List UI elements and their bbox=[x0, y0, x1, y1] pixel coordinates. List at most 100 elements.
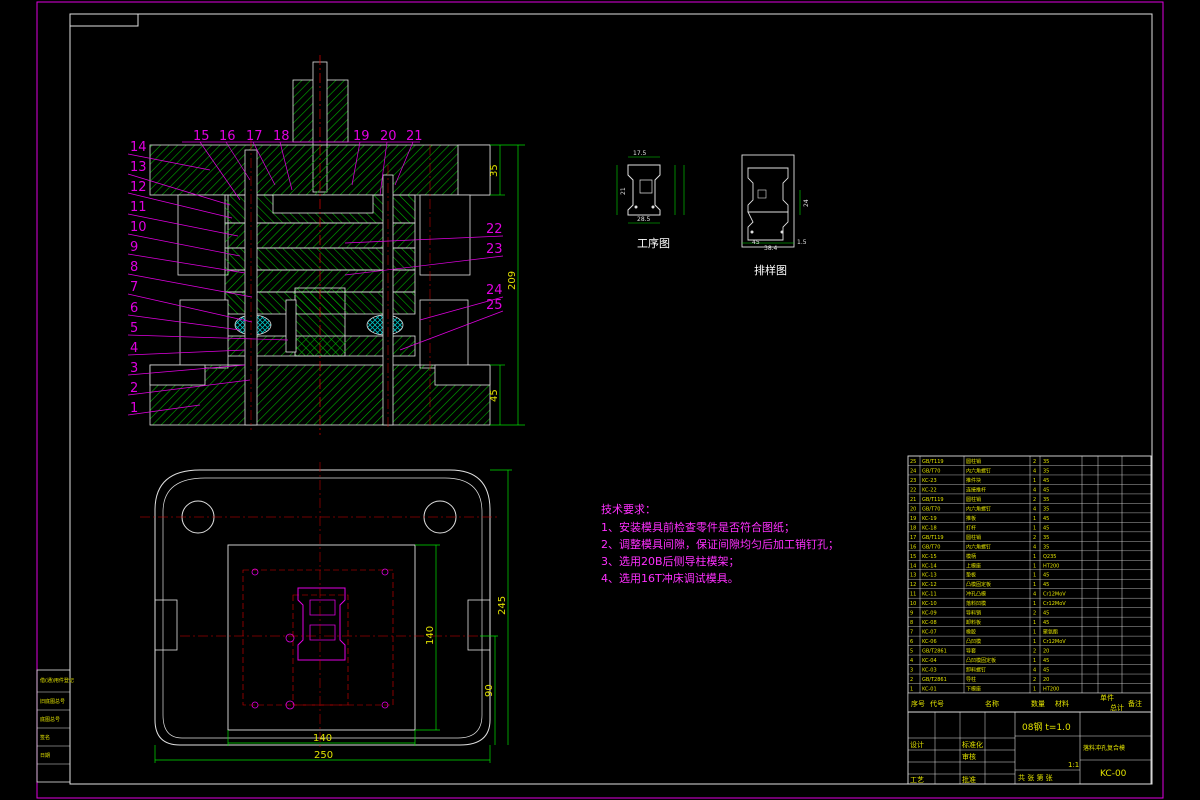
parts-cell-code: GB/T2861 bbox=[922, 649, 947, 655]
dim-height-bottom: 45 bbox=[489, 389, 500, 402]
label-14: 14 bbox=[130, 140, 147, 155]
label-5: 5 bbox=[130, 321, 138, 336]
process-dim-side: 21 bbox=[620, 187, 627, 195]
parts-cell-no: 11 bbox=[910, 592, 916, 598]
sign-process: 工艺 bbox=[910, 776, 924, 784]
parts-cell-qty: 4 bbox=[1033, 544, 1036, 550]
parts-cell-no: 22 bbox=[910, 487, 916, 493]
parts-cell-code: KC-06 bbox=[922, 639, 937, 645]
parts-cell-no: 9 bbox=[910, 611, 913, 617]
parts-cell-no: 24 bbox=[910, 468, 916, 474]
parts-cell-code: KC-01 bbox=[922, 687, 937, 693]
parts-cell-name: 内六角螺钉 bbox=[966, 467, 991, 474]
parts-cell-mat: 20 bbox=[1043, 677, 1049, 683]
plan-dimensions bbox=[154, 469, 512, 763]
parts-cell-code: GB/T119 bbox=[922, 459, 944, 465]
parts-cell-mat: HT200 bbox=[1043, 687, 1059, 693]
label-22: 22 bbox=[486, 222, 503, 237]
parts-cell-qty: 1 bbox=[1033, 563, 1036, 569]
parts-cell-no: 4 bbox=[910, 658, 913, 664]
parts-cell-mat: 聚氨酯 bbox=[1043, 629, 1058, 636]
parts-cell-qty: 2 bbox=[1033, 611, 1036, 617]
parts-cell-qty: 1 bbox=[1033, 687, 1036, 693]
process-dim-width: 28.5 bbox=[637, 216, 651, 223]
left-sign-strip: 借(通)用件登记 旧底图总号 底图总号 签名 日期 bbox=[36, 669, 74, 783]
parts-cell-name: 卸料板 bbox=[966, 619, 981, 626]
parts-cell-name: 导柱 bbox=[966, 676, 976, 683]
parts-cell-qty: 1 bbox=[1033, 478, 1036, 484]
label-18: 18 bbox=[273, 129, 290, 144]
parts-cell-qty: 2 bbox=[1033, 535, 1036, 541]
layout-dim-d: 24 bbox=[803, 199, 810, 207]
parts-cell-mat: 35 bbox=[1043, 544, 1049, 550]
dim-plan-offset: 90 bbox=[484, 684, 495, 697]
parts-cell-mat: 45 bbox=[1043, 582, 1049, 588]
parts-cell-name: 下模座 bbox=[966, 686, 981, 693]
title-block: 08钢 t=1.0 落料冲孔复合模 KC-00 1:1 共 张 第 张 设计 标… bbox=[907, 711, 1152, 785]
parts-cell-no: 21 bbox=[910, 497, 916, 503]
parts-cell-name: 推件块 bbox=[966, 477, 981, 484]
parts-cell-no: 1 bbox=[910, 687, 913, 693]
layout-dim-b: 38.4 bbox=[764, 245, 778, 252]
header-single: 单件 bbox=[1100, 693, 1114, 702]
header-name: 名称 bbox=[985, 699, 999, 708]
parts-cell-no: 20 bbox=[910, 506, 916, 512]
parts-cell-qty: 4 bbox=[1033, 487, 1036, 493]
parts-list-table bbox=[907, 455, 1152, 713]
label-19: 19 bbox=[353, 129, 370, 144]
tech-item-1: 1、安装模具前检查零件是否符合图纸； bbox=[601, 520, 795, 534]
parts-cell-code: GB/T70 bbox=[922, 544, 940, 550]
parts-cell-code: KC-13 bbox=[922, 573, 937, 579]
header-no: 序号 bbox=[911, 699, 925, 708]
parts-cell-mat: 45 bbox=[1043, 658, 1049, 664]
sign-standard: 标准化 bbox=[962, 740, 983, 749]
title-sheet-info: 共 张 第 张 bbox=[1018, 773, 1053, 782]
label-21: 21 bbox=[406, 129, 423, 144]
parts-cell-code: KC-07 bbox=[922, 630, 937, 636]
parts-cell-mat: 35 bbox=[1043, 468, 1049, 474]
parts-cell-qty: 4 bbox=[1033, 506, 1036, 512]
parts-list-rows: 25 GB/T119 圆柱销 2 3524 GB/T70 内六角螺钉 4 3523 KC-23 推件… bbox=[908, 458, 1151, 694]
process-view bbox=[616, 156, 685, 224]
parts-cell-qty: 2 bbox=[1033, 649, 1036, 655]
parts-cell-mat: Cr12MoV bbox=[1043, 592, 1066, 598]
parts-cell-code: GB/T2861 bbox=[922, 677, 947, 683]
side-label-1: 旧底图总号 bbox=[40, 698, 65, 705]
parts-cell-no: 8 bbox=[910, 620, 913, 626]
side-label-3: 签名 bbox=[40, 734, 50, 741]
parts-cell-mat: 45 bbox=[1043, 668, 1049, 674]
parts-cell-mat: Q235 bbox=[1043, 554, 1056, 560]
title-material: 08钢 t=1.0 bbox=[1022, 721, 1071, 733]
parts-cell-code: KC-15 bbox=[922, 554, 937, 560]
side-label-2: 底图总号 bbox=[40, 716, 60, 723]
parts-cell-no: 17 bbox=[910, 535, 916, 541]
side-label-0: 借(通)用件登记 bbox=[40, 677, 74, 684]
parts-cell-no: 6 bbox=[910, 639, 913, 645]
parts-cell-mat: HT200 bbox=[1043, 563, 1059, 569]
parts-cell-mat: 20 bbox=[1043, 649, 1049, 655]
label-8: 8 bbox=[130, 260, 138, 275]
parts-cell-no: 16 bbox=[910, 544, 916, 550]
label-24: 24 bbox=[486, 283, 503, 298]
sign-approve: 批准 bbox=[962, 775, 976, 784]
parts-cell-name: 打杆 bbox=[966, 524, 976, 531]
dim-height-total: 209 bbox=[507, 271, 518, 290]
layout-dim-a: 45 bbox=[752, 239, 760, 246]
parts-cell-name: 推板 bbox=[966, 515, 976, 522]
label-11: 11 bbox=[130, 200, 147, 215]
labels-right: 22 23 24 25 bbox=[486, 222, 503, 313]
parts-cell-mat: 45 bbox=[1043, 525, 1049, 531]
parts-cell-name: 导料销 bbox=[966, 610, 981, 617]
corner-tag bbox=[69, 13, 139, 27]
parts-cell-name: 导套 bbox=[966, 648, 976, 655]
parts-cell-code: KC-14 bbox=[922, 563, 937, 569]
parts-cell-code: GB/T119 bbox=[922, 535, 944, 541]
label-16: 16 bbox=[219, 129, 236, 144]
drawing-canvas: 借(通)用件登记 旧底图总号 底图总号 签名 日期 14 13 12 11 10… bbox=[36, 1, 1164, 799]
parts-cell-code: KC-19 bbox=[922, 516, 937, 522]
parts-cell-qty: 2 bbox=[1033, 459, 1036, 465]
parts-cell-mat: 45 bbox=[1043, 573, 1049, 579]
parts-cell-mat: 45 bbox=[1043, 611, 1049, 617]
title-scale: 1:1 bbox=[1068, 761, 1079, 769]
parts-cell-code: KC-09 bbox=[922, 611, 937, 617]
